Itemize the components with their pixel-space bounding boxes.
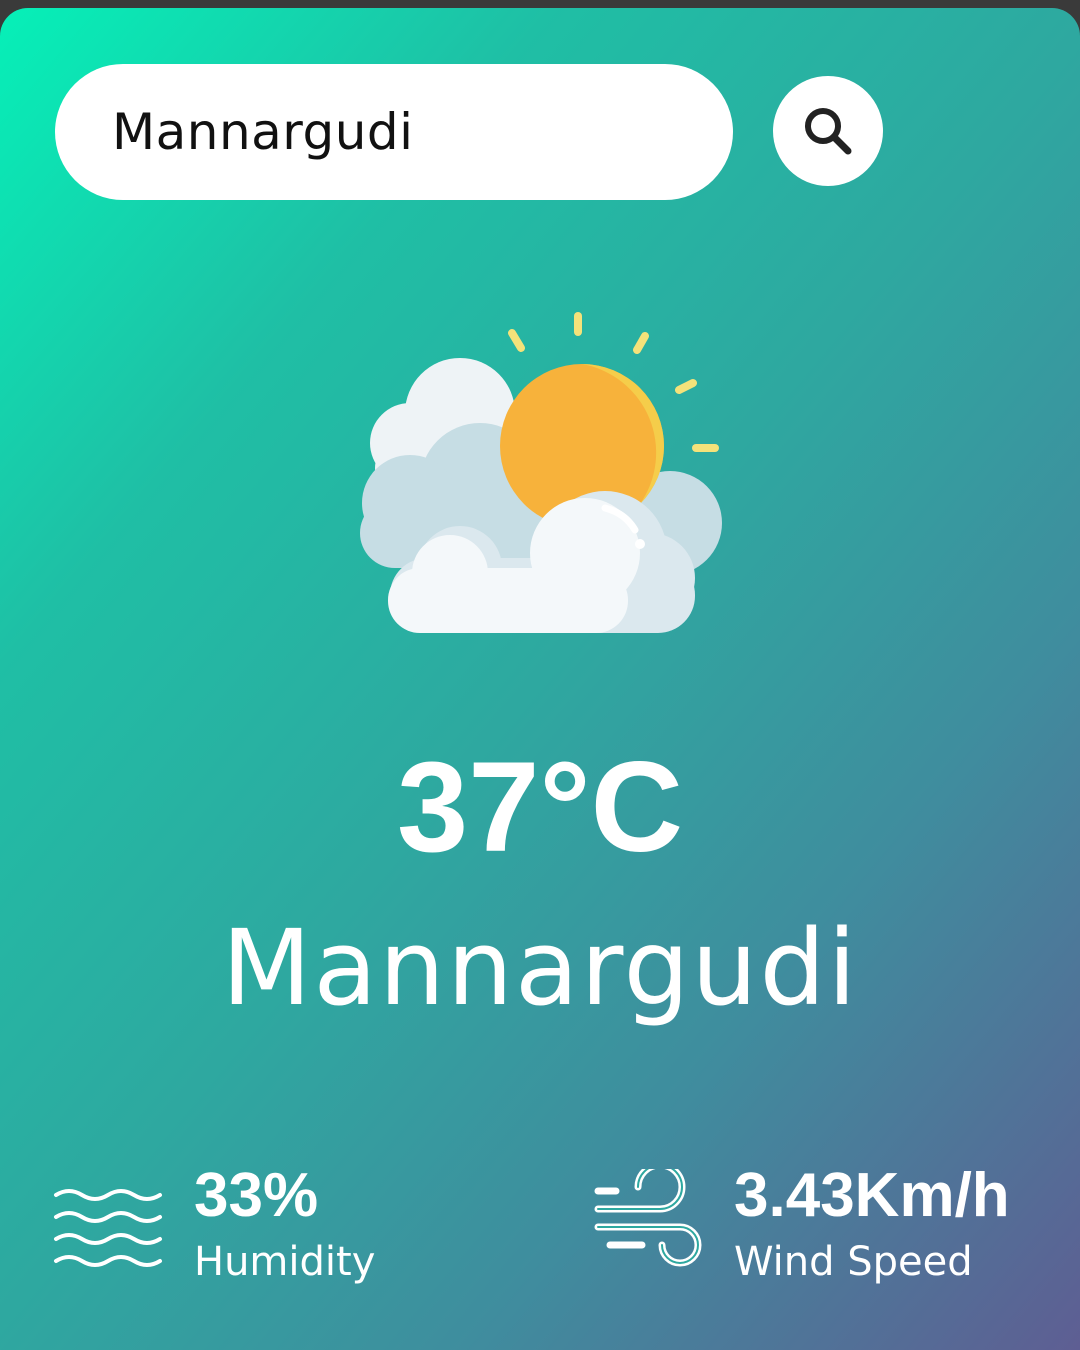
temperature: 37°C bbox=[397, 736, 683, 879]
humidity-value: 33% bbox=[194, 1161, 319, 1230]
wind-stat: 3.43Km/h Wind Speed bbox=[592, 1158, 1010, 1290]
search-icon bbox=[805, 108, 852, 155]
humidity-stat: 33% Humidity bbox=[52, 1158, 375, 1290]
search-input[interactable]: Mannargudi bbox=[55, 64, 733, 200]
city-name: Mannargudi bbox=[221, 907, 859, 1029]
partly-cloudy-icon bbox=[360, 312, 722, 633]
wind-speed-label: Wind Speed bbox=[734, 1239, 973, 1285]
humidity-waves-icon bbox=[54, 1189, 162, 1267]
search-button[interactable] bbox=[773, 76, 883, 186]
wind-speed-value: 3.43Km/h bbox=[734, 1161, 1010, 1230]
search-input-value: Mannargudi bbox=[112, 103, 414, 161]
wind-icon bbox=[594, 1169, 702, 1267]
humidity-label: Humidity bbox=[194, 1239, 376, 1285]
weather-card: Mannargudi 37°C Mannargudi 33% Humidity … bbox=[0, 8, 1080, 1350]
